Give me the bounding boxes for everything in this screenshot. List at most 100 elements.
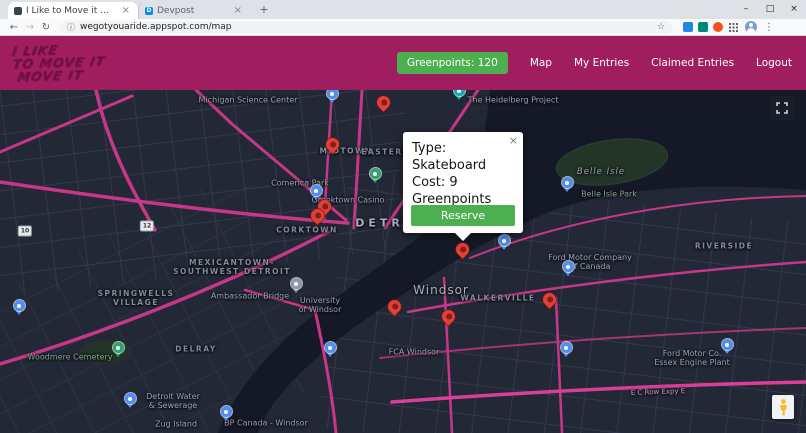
tab-close-icon[interactable]: × (120, 5, 132, 16)
poi-marker-science-center[interactable] (326, 90, 338, 103)
map-label-delray: DELRAY (175, 344, 217, 354)
site-favicon (14, 6, 22, 15)
browser-tab-strip: I Like to Move it Move it! × D Devpost ×… (0, 0, 806, 19)
map-label-line: MEXICANTOWN- (189, 258, 275, 267)
map-label-ambassador: Ambassador Bridge (210, 291, 290, 301)
tab-close-icon[interactable]: × (232, 5, 244, 16)
extension-icon-orange[interactable] (713, 22, 723, 32)
map-label-water-sewerage: Detroit Water & Sewerage (146, 392, 200, 410)
poi-marker-west-edge[interactable] (13, 300, 25, 315)
map-label-essex: Ford Motor Co. Essex Engine Plant (654, 349, 730, 367)
map-label-line: Detroit Water (146, 392, 200, 401)
popup-type-text: Type: Skateboard (412, 141, 487, 173)
fullscreen-icon (776, 102, 788, 114)
extension-icon-blue[interactable] (683, 22, 693, 32)
poi-marker-belle-isle-park[interactable] (561, 177, 573, 192)
nav-logout[interactable]: Logout (756, 57, 792, 69)
skateboard-marker[interactable] (540, 290, 559, 312)
greenpoints-badge[interactable]: Greenpoints: 120 (396, 52, 508, 74)
pegman-icon (779, 398, 787, 415)
fullscreen-button[interactable] (770, 96, 794, 120)
app-logo[interactable]: I LIKE TO MOVE IT MOVE IT (6, 41, 108, 85)
popup-cost-text: Cost: 9 (412, 175, 458, 190)
map-label-springwells: SPRINGWELLS VILLAGE (98, 289, 175, 307)
browser-tab-active[interactable]: I Like to Move it Move it! × (8, 2, 138, 19)
poi-marker-greektown[interactable] (310, 185, 322, 200)
browser-toolbar: ← → ↻ ⓘ wegotyouaride.appspot.com/map ☆ … (0, 19, 806, 36)
pegman-control[interactable] (772, 395, 794, 419)
extension-icon-teal[interactable] (698, 22, 708, 32)
map-label-ford-canada: Ford Motor Company of Canada (548, 253, 632, 271)
map-label-fca: FCA Windsor (388, 347, 440, 357)
bookmark-star-icon[interactable]: ☆ (657, 22, 665, 32)
map-label-line: VILLAGE (113, 298, 159, 307)
window-controls: – □ × (734, 0, 806, 19)
map-label-corktown: CORKTOWN (276, 225, 338, 235)
url-text: wegotyouaride.appspot.com/map (80, 22, 232, 32)
window-close-button[interactable]: × (782, 0, 806, 19)
map-label-line: of Canada (569, 262, 611, 271)
popup-tail (455, 233, 471, 241)
map-label-zug-island: Zug Island (155, 419, 197, 429)
poi-marker-woodmere-cemetery[interactable] (112, 342, 124, 357)
map-label-line: of Windsor (298, 305, 342, 314)
map-label-line: SOUTHWEST DETROIT (173, 267, 291, 276)
poi-marker-fca-area[interactable] (560, 342, 572, 357)
skateboard-marker[interactable] (385, 297, 404, 319)
poi-marker-sandwich[interactable] (324, 342, 336, 357)
skateboard-marker[interactable] (308, 206, 327, 228)
maximize-button[interactable]: □ (758, 0, 782, 19)
skateboard-marker[interactable] (323, 135, 342, 157)
apps-grid-icon[interactable] (728, 22, 738, 32)
map-label-mexicantown: MEXICANTOWN- SOUTHWEST DETROIT (173, 258, 291, 276)
map-label-heidelberg: The Heidelberg Project (467, 95, 559, 105)
map-label-uwindsor: University of Windsor (299, 296, 342, 314)
skateboard-marker[interactable] (439, 307, 458, 329)
reserve-button[interactable]: Reserve (411, 205, 515, 226)
forward-icon[interactable]: → (22, 22, 38, 33)
tab-title: I Like to Move it Move it! (26, 5, 116, 16)
poi-marker-heidelberg[interactable] (453, 90, 465, 100)
new-tab-button[interactable]: + (256, 2, 272, 18)
nav-my-entries[interactable]: My Entries (574, 57, 629, 69)
poi-marker-bp-canada[interactable] (220, 406, 232, 421)
skateboard-marker-selected[interactable] (453, 240, 472, 262)
map-label-line: Essex Engine Plant (654, 358, 730, 367)
poi-marker-water-sewerage[interactable] (124, 393, 136, 408)
reload-icon[interactable]: ↻ (38, 22, 54, 33)
poi-marker-essex-plant[interactable] (721, 339, 733, 354)
map-label-line: SPRINGWELLS (97, 289, 175, 298)
devpost-favicon: D (145, 6, 153, 15)
main-nav: Greenpoints: 120 Map My Entries Claimed … (396, 36, 792, 90)
map-label-walkerville: WALKERVILLE (460, 293, 536, 303)
nav-map[interactable]: Map (530, 57, 552, 69)
profile-avatar[interactable] (745, 21, 757, 33)
map-label-line: University (299, 296, 341, 305)
poi-marker-comerica-park[interactable] (369, 168, 381, 183)
nav-claimed-entries[interactable]: Claimed Entries (651, 57, 734, 69)
popup-close-icon[interactable]: × (509, 134, 518, 147)
map-label-line: Ford Motor Co. (662, 349, 722, 358)
poi-marker-ambassador-bridge[interactable] (290, 278, 302, 293)
map-label-belle-isle: Belle Isle (576, 167, 626, 177)
map-label-riverside: RIVERSIDE (694, 241, 754, 251)
road-shield-us12: 12 (139, 220, 155, 232)
back-icon[interactable]: ← (6, 22, 22, 33)
logo-line: MOVE IT (16, 67, 85, 85)
map-canvas[interactable]: Michigan Science Center The Heidelberg P… (0, 90, 806, 433)
skateboard-marker[interactable] (374, 93, 393, 115)
address-bar[interactable]: ⓘ wegotyouaride.appspot.com/map ☆ (60, 20, 672, 34)
map-label-belle-isle-park: Belle Isle Park (581, 189, 637, 199)
map-label-line: Ford Motor Company (548, 253, 632, 262)
marker-info-popup: Type: Skateboard Cost: 9 Greenpoints Res… (403, 132, 523, 241)
map-label-science-center: Michigan Science Center (198, 95, 298, 105)
tab-title: Devpost (157, 5, 195, 16)
map-label-woodmere: Woodmere Cemetery (27, 352, 113, 362)
page-info-icon[interactable]: ⓘ (67, 22, 75, 33)
browser-menu-icon[interactable]: ⋮ (764, 22, 774, 33)
minimize-button[interactable]: – (734, 0, 758, 19)
browser-tab-devpost[interactable]: D Devpost × (138, 2, 250, 19)
poi-marker-ford-canada[interactable] (562, 261, 574, 276)
road-shield-m10: 10 (17, 225, 33, 237)
poi-marker-riverfront[interactable] (498, 235, 510, 250)
